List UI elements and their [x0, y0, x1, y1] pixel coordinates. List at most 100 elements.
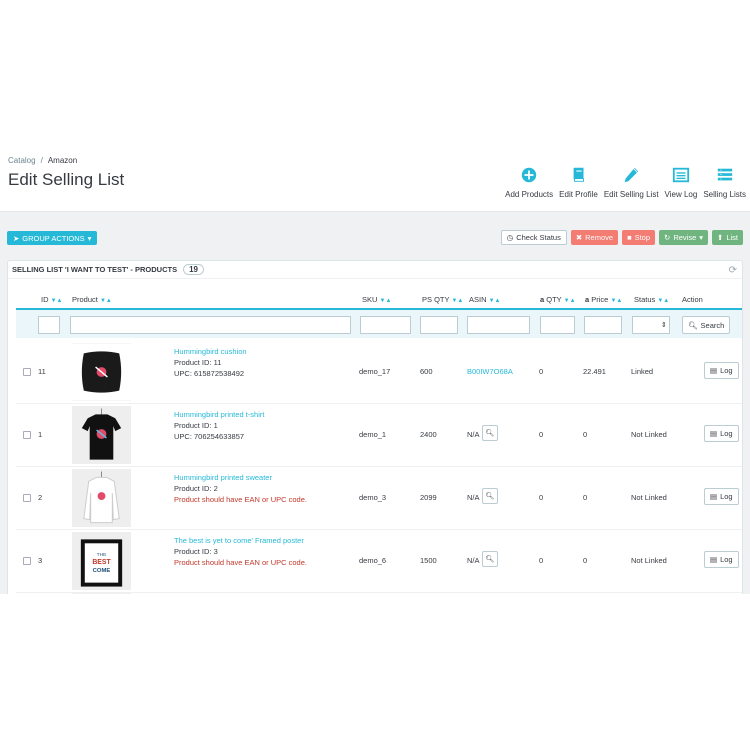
view-log-button[interactable]: View Log	[665, 166, 697, 199]
add-products-button[interactable]: Add Products	[505, 166, 553, 199]
col-price[interactable]: a Price ▼▲	[585, 295, 622, 304]
svg-text:THE: THE	[97, 552, 108, 558]
table-header: ID ▼▲ Product ▼▲ SKU ▼▲ PS QTY ▼▲ ASIN ▼…	[8, 293, 742, 307]
caret-down-icon: ▾	[87, 233, 92, 243]
row-id: 3	[38, 556, 43, 565]
selling-lists-label: Selling Lists	[703, 190, 746, 199]
product-name-link[interactable]: Hummingbird printed sweater	[174, 472, 307, 483]
product-info: Hummingbird cushion Product ID: 11 UPC: …	[174, 346, 247, 379]
search-button[interactable]: 🔍︎ Search	[682, 316, 731, 334]
list-window-icon: ▤	[710, 429, 718, 438]
log-label: Log	[720, 366, 733, 375]
stop-button[interactable]: ■ Stop	[622, 230, 656, 245]
revise-button[interactable]: ↻ Revise ▾	[659, 230, 709, 245]
log-button[interactable]: ▤ Log	[704, 551, 739, 568]
product-info: Hummingbird printed sweater Product ID: …	[174, 472, 307, 505]
selling-lists-button[interactable]: Selling Lists	[703, 166, 746, 199]
log-label: Log	[720, 555, 733, 564]
row-checkbox[interactable]	[23, 431, 31, 439]
add-products-label: Add Products	[505, 190, 554, 199]
row-checkbox[interactable]	[23, 368, 31, 376]
table-row: 3 THE BEST COME The best is yet to come' F…	[16, 530, 742, 593]
upload-icon: ⬆	[717, 233, 724, 242]
col-sku[interactable]: SKU ▼▲	[362, 295, 391, 304]
log-button[interactable]: ▤ Log	[704, 425, 739, 442]
col-ps-qty[interactable]: PS QTY ▼▲	[422, 295, 463, 304]
edit-profile-button[interactable]: Edit Profile	[559, 166, 598, 199]
asin-link[interactable]: B00IW7O68A	[467, 367, 513, 376]
product-upc-text: UPC: 706254633857	[174, 432, 245, 441]
col-id[interactable]: ID ▼▲	[41, 295, 62, 304]
table-row: 11 Hummingbird cushion Product ID: 11 UP…	[16, 341, 742, 404]
row-qty: 0	[539, 367, 544, 376]
breadcrumb-catalog[interactable]: Catalog	[8, 156, 36, 165]
amazon-icon: a	[540, 295, 545, 304]
list-window-icon: ▤	[710, 555, 718, 564]
row-price: 22.491	[583, 367, 606, 376]
list-window-icon: ▤	[710, 366, 718, 375]
row-ps-qty: 600	[420, 367, 433, 376]
check-status-button[interactable]: ◷ Check Status	[500, 230, 567, 245]
col-asin[interactable]: ASIN ▼▲	[469, 295, 501, 304]
row-sku: demo_6	[359, 556, 387, 565]
row-price: 0	[583, 493, 588, 502]
product-info: Hummingbird printed t-shirt Product ID: …	[174, 409, 264, 442]
product-name-link[interactable]: Hummingbird printed t-shirt	[174, 409, 264, 420]
row-id: 11	[38, 367, 46, 376]
search-icon: 🔍︎	[485, 430, 495, 437]
product-error-text: Product should have EAN or UPC code.	[174, 558, 307, 567]
page-header: Catalog / Amazon Edit Selling List Add P…	[0, 146, 750, 212]
row-checkbox[interactable]	[23, 494, 31, 502]
row-status: Not Linked	[631, 556, 667, 565]
row-asin: N/A	[467, 493, 480, 502]
refresh-icon[interactable]: ⟳	[729, 265, 737, 276]
edit-profile-label: Edit Profile	[559, 190, 598, 199]
edit-selling-list-button[interactable]: Edit Selling List	[604, 166, 659, 199]
log-button[interactable]: ▤ Log	[704, 488, 739, 505]
row-sku: demo_1	[359, 430, 387, 439]
qty-filter-input[interactable]	[540, 316, 575, 334]
revise-label: Revise	[673, 233, 697, 242]
group-actions-label: GROUP ACTIONS	[22, 233, 85, 243]
id-filter-input[interactable]	[38, 316, 60, 334]
row-qty: 0	[539, 556, 544, 565]
remove-button[interactable]: ✖ Remove	[570, 230, 619, 245]
list-button[interactable]: ⬆ List	[712, 230, 743, 245]
log-label: Log	[720, 492, 733, 501]
product-filter-input[interactable]	[70, 316, 351, 334]
close-icon: ✖	[575, 233, 583, 242]
product-thumbnail	[72, 593, 131, 594]
list-icon	[717, 168, 732, 181]
col-qty[interactable]: a QTY ▼▲	[540, 295, 576, 304]
stop-icon: ■	[627, 233, 632, 242]
row-asin: N/A	[467, 556, 480, 565]
ps-qty-filter-input[interactable]	[420, 316, 458, 334]
table-row: 1 Hummingbird printed t-shirt Product ID…	[16, 404, 742, 467]
asin-filter-input[interactable]	[467, 316, 530, 334]
product-name-link[interactable]: Hummingbird cushion	[174, 346, 247, 357]
list-window-icon	[672, 167, 690, 183]
asin-search-button[interactable]: 🔍︎	[482, 488, 498, 504]
asin-search-button[interactable]: 🔍︎	[482, 551, 498, 567]
price-filter-input[interactable]	[584, 316, 622, 334]
row-asin: N/A	[467, 430, 480, 439]
product-id-text: Product ID: 11	[174, 358, 222, 367]
status-filter-select[interactable]: ⇕	[632, 316, 670, 334]
row-checkbox[interactable]	[23, 557, 31, 565]
asin-search-button[interactable]: 🔍︎	[482, 425, 498, 441]
log-button[interactable]: ▤ Log	[704, 362, 739, 379]
remove-label: Remove	[585, 233, 614, 242]
pencil-icon	[624, 167, 639, 183]
plus-circle-icon	[521, 167, 537, 183]
panel-header: SELLING LIST 'I WANT TO TEST' - PRODUCTS…	[8, 261, 742, 279]
page-title: Edit Selling List	[8, 170, 125, 189]
group-actions-button[interactable]: ➤ GROUP ACTIONS ▾	[7, 231, 98, 245]
search-label: Search	[700, 320, 725, 330]
product-name-link[interactable]: The best is yet to come' Framed poster	[174, 535, 307, 546]
col-product[interactable]: Product ▼▲	[72, 295, 112, 304]
caret-down-icon: ▾	[699, 233, 704, 242]
breadcrumb-amazon[interactable]: Amazon	[48, 156, 77, 165]
sku-filter-input[interactable]	[360, 316, 411, 334]
selling-list-panel: SELLING LIST 'I WANT TO TEST' - PRODUCTS…	[7, 260, 743, 594]
col-status[interactable]: Status ▼▲	[634, 295, 669, 304]
